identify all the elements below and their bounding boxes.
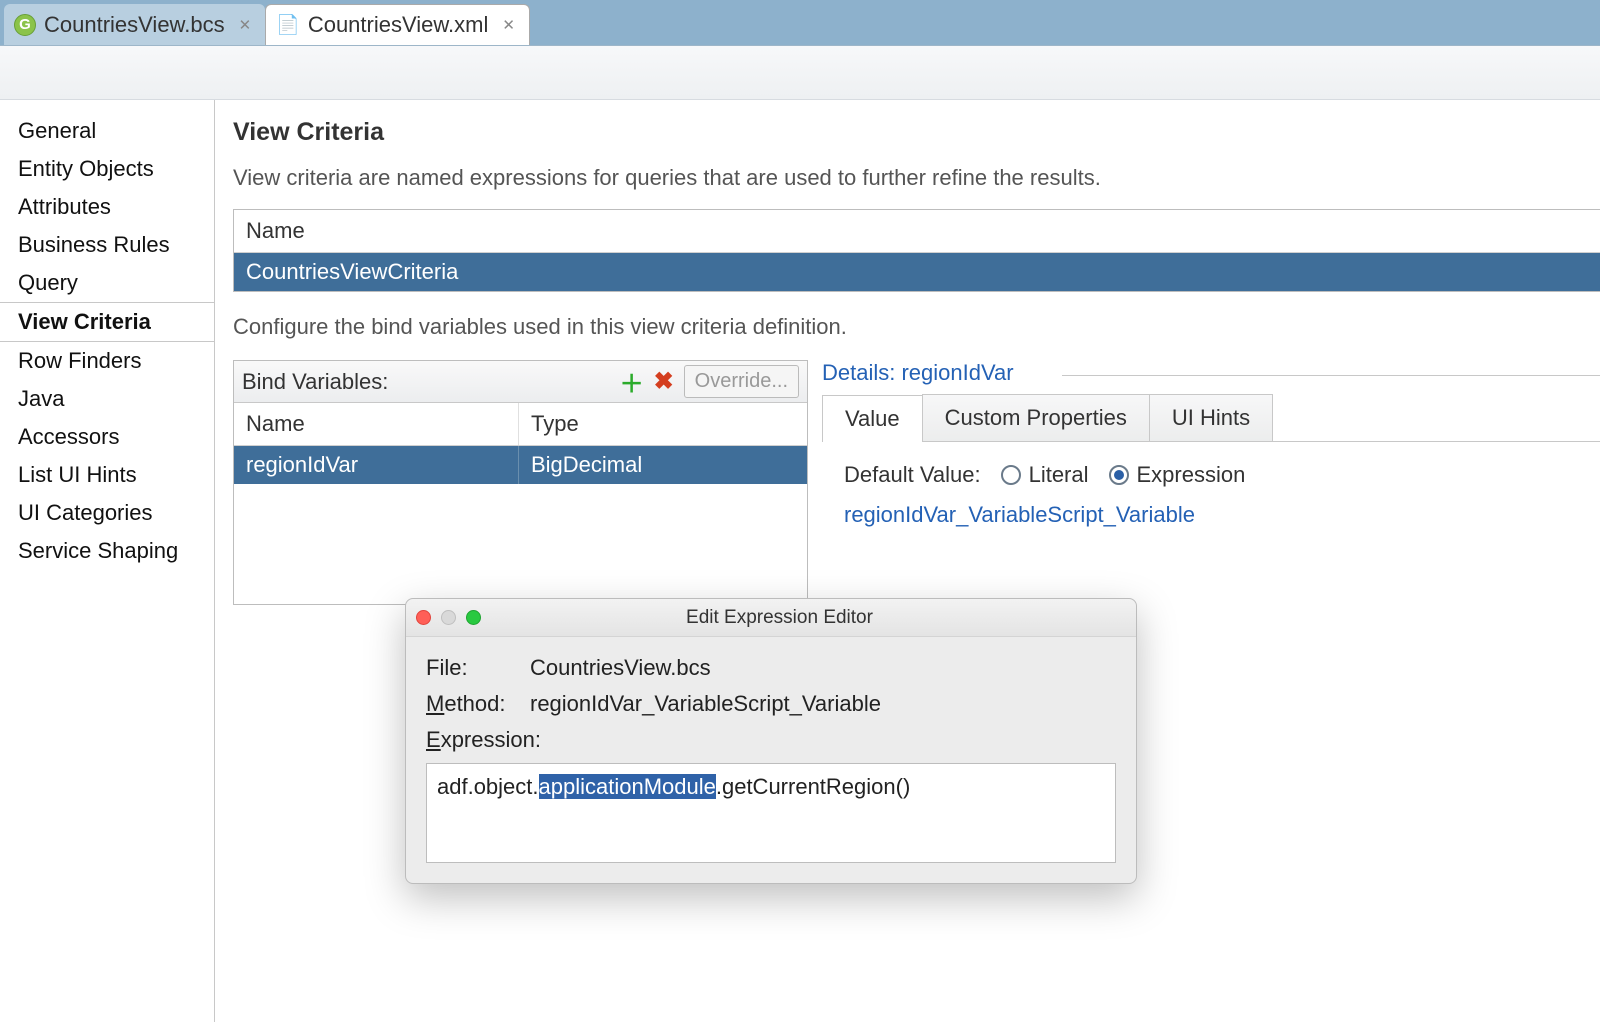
tab-countriesview-bcs[interactable]: G CountriesView.bcs ✕ (4, 4, 265, 45)
method-value: regionIdVar_VariableScript_Variable (530, 691, 881, 717)
radio-expression[interactable]: Expression (1109, 462, 1246, 488)
close-icon[interactable]: ✕ (502, 16, 515, 34)
window-close-icon[interactable] (416, 610, 431, 625)
radio-literal-label: Literal (1029, 462, 1089, 488)
radio-literal[interactable]: Literal (1001, 462, 1089, 488)
close-icon[interactable]: ✕ (239, 16, 252, 34)
tab-bar: G CountriesView.bcs ✕ 📄 CountriesView.xm… (0, 0, 1600, 46)
nav-business-rules[interactable]: Business Rules (0, 226, 214, 264)
criteria-table: Name CountriesViewCriteria (233, 209, 1600, 292)
nav-java[interactable]: Java (0, 380, 214, 418)
details-pane: Details: regionIdVar Value Custom Proper… (822, 360, 1600, 605)
bind-row[interactable]: regionIdVar BigDecimal (234, 446, 807, 484)
tab-ui-hints[interactable]: UI Hints (1149, 394, 1273, 441)
nav-accessors[interactable]: Accessors (0, 418, 214, 456)
dialog-body: File: CountriesView.bcs Method: regionId… (406, 637, 1136, 883)
expression-input[interactable]: adf.object.applicationModule.getCurrentR… (426, 763, 1116, 863)
dialog-title: Edit Expression Editor (493, 607, 1126, 629)
expression-label: Expression: (426, 727, 530, 753)
criteria-table-row[interactable]: CountriesViewCriteria (234, 253, 1600, 291)
section-title: View Criteria (233, 118, 1600, 147)
nav-list-ui-hints[interactable]: List UI Hints (0, 456, 214, 494)
dialog-expression-label-row: Expression: (426, 727, 1116, 753)
dialog-method-row: Method: regionIdVar_VariableScript_Varia… (426, 691, 1116, 717)
nav-general[interactable]: General (0, 112, 214, 150)
bind-row-name: regionIdVar (234, 446, 519, 484)
radio-icon (1001, 465, 1021, 485)
details-tabs: Value Custom Properties UI Hints (822, 394, 1600, 442)
bind-header: Bind Variables: ＋ ✖ Override... (234, 361, 807, 403)
sidebar-nav: General Entity Objects Attributes Busine… (0, 100, 215, 1022)
bind-variables-pane: Bind Variables: ＋ ✖ Override... Name Typ… (233, 360, 808, 605)
expression-editor-dialog: Edit Expression Editor File: CountriesVi… (405, 598, 1137, 884)
tab-countriesview-xml[interactable]: 📄 CountriesView.xml ✕ (265, 4, 530, 45)
details-legend-prefix: Details: (822, 360, 901, 385)
nav-query[interactable]: Query (0, 264, 214, 302)
expr-text-before: adf.object. (437, 774, 539, 799)
nav-service-shaping[interactable]: Service Shaping (0, 532, 214, 570)
lower-panes: Bind Variables: ＋ ✖ Override... Name Typ… (233, 360, 1600, 605)
details-body: Default Value: Literal Expression region… (822, 442, 1600, 536)
nav-entity-objects[interactable]: Entity Objects (0, 150, 214, 188)
add-icon[interactable]: ＋ (618, 368, 646, 396)
details-legend: Details: regionIdVar (822, 360, 1600, 388)
bind-body-empty (234, 484, 807, 604)
tab-label: CountriesView.bcs (44, 12, 225, 38)
expr-text-highlight: applicationModule (539, 774, 716, 799)
dialog-titlebar[interactable]: Edit Expression Editor (406, 599, 1136, 637)
bind-col-type[interactable]: Type (519, 403, 807, 445)
window-zoom-icon[interactable] (466, 610, 481, 625)
bind-col-name[interactable]: Name (234, 403, 519, 445)
xml-file-icon: 📄 (276, 13, 300, 37)
groovy-file-icon: G (14, 14, 36, 36)
section-description: View criteria are named expressions for … (233, 165, 1600, 191)
tab-custom-properties[interactable]: Custom Properties (922, 394, 1150, 441)
nav-view-criteria[interactable]: View Criteria (0, 302, 214, 342)
script-link[interactable]: regionIdVar_VariableScript_Variable (844, 502, 1592, 528)
criteria-table-header[interactable]: Name (234, 210, 1600, 253)
expr-text-after: .getCurrentRegion() (716, 774, 910, 799)
details-legend-var: regionIdVar (901, 360, 1013, 385)
tab-label: CountriesView.xml (308, 12, 489, 38)
default-value-label: Default Value: (844, 462, 981, 488)
delete-icon[interactable]: ✖ (650, 368, 678, 396)
default-value-row: Default Value: Literal Expression (844, 462, 1592, 488)
dialog-file-row: File: CountriesView.bcs (426, 655, 1116, 681)
bind-title: Bind Variables: (242, 369, 388, 395)
bind-columns: Name Type (234, 403, 807, 446)
nav-attributes[interactable]: Attributes (0, 188, 214, 226)
bind-row-type: BigDecimal (519, 446, 807, 484)
method-label: Method: (426, 691, 530, 717)
radio-icon (1109, 465, 1129, 485)
window-minimize-icon[interactable] (441, 610, 456, 625)
window-controls (416, 610, 481, 625)
file-label: File: (426, 655, 530, 681)
toolbar-strip (0, 46, 1600, 100)
nav-ui-categories[interactable]: UI Categories (0, 494, 214, 532)
tab-value[interactable]: Value (822, 395, 923, 442)
radio-expression-label: Expression (1137, 462, 1246, 488)
bind-description: Configure the bind variables used in thi… (233, 314, 1600, 340)
nav-row-finders[interactable]: Row Finders (0, 342, 214, 380)
override-button[interactable]: Override... (684, 365, 799, 398)
file-value: CountriesView.bcs (530, 655, 711, 681)
